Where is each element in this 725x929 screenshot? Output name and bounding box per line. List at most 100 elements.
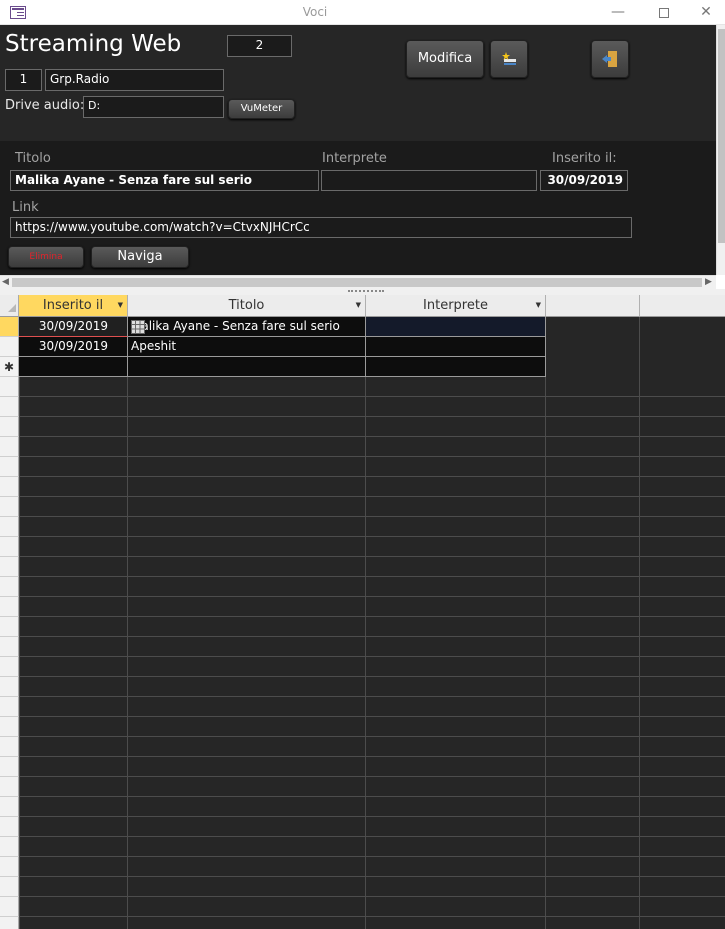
interprete-field[interactable] bbox=[321, 170, 537, 191]
inserito-field[interactable]: 30/09/2019 bbox=[540, 170, 628, 191]
grid-line bbox=[19, 716, 725, 717]
row-selector bbox=[0, 437, 19, 457]
column-header-empty[interactable] bbox=[640, 295, 725, 317]
select-all-corner[interactable] bbox=[0, 295, 19, 317]
grid-line bbox=[19, 416, 725, 417]
form-horizontal-scrollbar[interactable]: ◀ ▶ bbox=[0, 275, 716, 289]
row-selector bbox=[0, 417, 19, 437]
row-selector bbox=[0, 657, 19, 677]
column-header-empty[interactable] bbox=[546, 295, 640, 317]
grid-line bbox=[19, 856, 725, 857]
dropdown-arrow-icon[interactable]: ▼ bbox=[356, 295, 361, 316]
grid-line bbox=[19, 317, 20, 929]
inserito-label: Inserito il: bbox=[552, 151, 617, 166]
new-row-selector[interactable]: ✱ bbox=[0, 357, 19, 377]
record-number-field[interactable]: 2 bbox=[227, 35, 292, 57]
group-name-field[interactable]: Grp.Radio bbox=[45, 69, 224, 91]
elimina-button[interactable]: Elimina bbox=[8, 246, 84, 268]
datasheet: Inserito il ▼ Titolo ▼ Interprete ▼ ✱ 30… bbox=[0, 295, 725, 929]
table-cell-titolo[interactable]: Apeshit bbox=[128, 337, 366, 357]
grid-line bbox=[19, 636, 725, 637]
dropdown-arrow-icon[interactable]: ▼ bbox=[536, 295, 541, 316]
grid-line bbox=[19, 496, 725, 497]
select-all-icon bbox=[8, 304, 16, 312]
minimize-button[interactable]: — bbox=[595, 0, 641, 25]
row-selector bbox=[0, 837, 19, 857]
grid-line bbox=[19, 576, 725, 577]
row-selector bbox=[0, 777, 19, 797]
row-selector bbox=[0, 497, 19, 517]
scroll-right-icon[interactable]: ▶ bbox=[705, 277, 712, 287]
row-selector bbox=[0, 377, 19, 397]
window-titlebar: Voci — ✕ bbox=[0, 0, 725, 25]
grid-line bbox=[19, 476, 725, 477]
grid-line bbox=[19, 736, 725, 737]
row-selector bbox=[0, 397, 19, 417]
grid-line bbox=[19, 516, 725, 517]
maximize-icon bbox=[659, 8, 669, 18]
grid-line bbox=[19, 656, 725, 657]
row-selector bbox=[0, 757, 19, 777]
row-selector bbox=[0, 517, 19, 537]
new-row-cell[interactable] bbox=[19, 357, 128, 377]
grid-line bbox=[365, 317, 366, 929]
link-field[interactable]: https://www.youtube.com/watch?v=CtvxNJHC… bbox=[10, 217, 632, 238]
table-cell-inserito[interactable]: 30/09/2019 bbox=[19, 337, 128, 357]
new-row-cell[interactable] bbox=[128, 357, 366, 377]
row-selector bbox=[0, 557, 19, 577]
window-title: Voci bbox=[302, 5, 328, 19]
table-cell-interprete[interactable] bbox=[366, 317, 546, 337]
grid-line bbox=[19, 596, 725, 597]
dropdown-arrow-icon[interactable]: ▼ bbox=[118, 295, 123, 316]
row-selector bbox=[0, 637, 19, 657]
grid-line bbox=[19, 816, 725, 817]
row-selector bbox=[0, 697, 19, 717]
grid-line bbox=[639, 317, 640, 929]
grid-line bbox=[19, 536, 725, 537]
exit-button[interactable] bbox=[591, 40, 629, 78]
grid-line bbox=[545, 317, 546, 929]
modifica-button[interactable]: Modifica bbox=[406, 40, 484, 78]
column-header-titolo[interactable]: Titolo ▼ bbox=[128, 295, 366, 317]
grid-line bbox=[19, 776, 725, 777]
cell-text: Malika Ayane - Senza fare sul serio bbox=[131, 319, 340, 333]
column-header-label: Titolo bbox=[228, 298, 265, 313]
vumeter-button[interactable]: VuMeter bbox=[228, 99, 295, 119]
group-id-field[interactable]: 1 bbox=[5, 69, 42, 91]
grid-line bbox=[19, 796, 725, 797]
link-label: Link bbox=[12, 200, 39, 215]
row-selector bbox=[0, 597, 19, 617]
drive-audio-field[interactable]: D: bbox=[83, 96, 224, 118]
grid-line bbox=[19, 916, 725, 917]
new-row-cell[interactable] bbox=[366, 357, 546, 377]
row-selector[interactable] bbox=[0, 337, 19, 357]
column-header-interprete[interactable]: Interprete ▼ bbox=[366, 295, 546, 317]
form-header: Streaming Web 2 Modifica 1 Grp.Radio Dri… bbox=[0, 25, 716, 275]
close-button[interactable]: ✕ bbox=[687, 0, 725, 25]
table-cell-inserito[interactable]: 30/09/2019 bbox=[19, 317, 128, 337]
scrollbar-thumb[interactable] bbox=[12, 278, 702, 287]
column-header-label: Interprete bbox=[423, 298, 488, 313]
grid-line bbox=[19, 456, 725, 457]
naviga-button[interactable]: Naviga bbox=[91, 246, 189, 268]
column-header-inserito[interactable]: Inserito il ▼ bbox=[19, 295, 128, 317]
row-selector bbox=[0, 917, 19, 929]
table-cell-titolo[interactable]: Malika Ayane - Senza fare sul serio bbox=[128, 317, 366, 337]
grid-line bbox=[19, 616, 725, 617]
grid-line bbox=[19, 876, 725, 877]
titolo-field[interactable]: Malika Ayane - Senza fare sul serio bbox=[10, 170, 319, 191]
grid-line bbox=[19, 756, 725, 757]
form-vertical-scrollbar[interactable] bbox=[716, 25, 725, 275]
grid-cursor-icon bbox=[131, 320, 145, 334]
row-selector bbox=[0, 717, 19, 737]
scroll-left-icon[interactable]: ◀ bbox=[2, 277, 9, 287]
splitter-grip[interactable] bbox=[348, 290, 384, 293]
grid-line bbox=[19, 836, 725, 837]
new-record-button[interactable] bbox=[490, 40, 528, 78]
row-selector[interactable] bbox=[0, 317, 19, 337]
table-cell-interprete[interactable] bbox=[366, 337, 546, 357]
maximize-button[interactable] bbox=[641, 0, 687, 25]
grid-line bbox=[19, 696, 725, 697]
row-selector bbox=[0, 877, 19, 897]
scrollbar-thumb[interactable] bbox=[718, 29, 725, 243]
